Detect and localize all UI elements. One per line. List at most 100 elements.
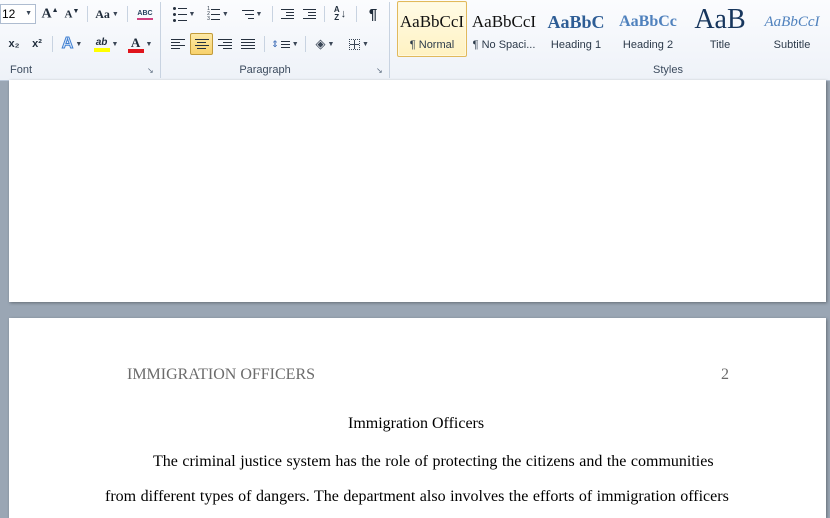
chevron-down-icon: ▼ <box>188 10 196 18</box>
multilevel-list-icon <box>241 9 254 19</box>
align-center-icon <box>194 39 209 49</box>
subscript-button[interactable]: x₂ <box>4 34 24 54</box>
bullets-icon <box>172 6 187 22</box>
divider <box>264 36 265 52</box>
chevron-down-icon: ▼ <box>111 10 119 18</box>
subscript-icon: x₂ <box>8 38 20 50</box>
increase-indent-button[interactable] <box>299 4 319 24</box>
highlight-icon: ab <box>93 37 110 52</box>
font-size-dropdown[interactable]: 12 ▼ <box>0 4 36 24</box>
chevron-down-icon: ▼ <box>25 10 32 17</box>
chevron-down-icon: ▼ <box>111 40 119 48</box>
divider <box>127 6 128 22</box>
change-case-button[interactable]: Aa ▼ <box>92 4 122 24</box>
align-center-button[interactable] <box>190 33 213 55</box>
increase-indent-icon <box>302 9 316 19</box>
shrink-font-icon: A▼ <box>64 7 80 21</box>
line-spacing-button[interactable]: ⇕ ▼ <box>270 34 300 54</box>
sort-button[interactable]: AZ ↓ <box>329 4 351 24</box>
bullets-button[interactable]: ▼ <box>168 4 200 24</box>
justify-icon <box>241 39 255 49</box>
chevron-down-icon: ▼ <box>291 40 299 48</box>
divider <box>324 6 325 22</box>
page-number: 2 <box>721 366 729 383</box>
style-name: Heading 1 <box>550 39 602 51</box>
line-spacing-icon: ⇕ <box>271 39 290 49</box>
chevron-down-icon: ▼ <box>145 40 153 48</box>
clear-formatting-icon: ABC <box>137 9 153 20</box>
chevron-down-icon: ▼ <box>362 40 369 48</box>
borders-icon <box>349 38 361 50</box>
multilevel-list-button[interactable]: ▼ <box>236 4 268 24</box>
divider <box>52 36 53 52</box>
align-right-button[interactable] <box>214 34 236 54</box>
shrink-font-button[interactable]: A▼ <box>62 4 82 24</box>
superscript-icon: x² <box>32 38 42 50</box>
font-group-label: Font <box>9 64 32 76</box>
font-color-icon: A <box>127 36 144 53</box>
chevron-down-icon: ▼ <box>255 10 263 18</box>
highlight-button[interactable]: ab ▼ <box>90 34 122 54</box>
align-left-button[interactable] <box>167 34 189 54</box>
shading-button[interactable]: ◈ ▼ <box>310 34 340 54</box>
body-line: The criminal justice system has the role… <box>153 453 714 470</box>
divider <box>87 6 88 22</box>
style-name: ¶ No Spaci... <box>472 39 536 51</box>
style-name: Heading 2 <box>622 39 674 51</box>
text-effects-icon: A <box>61 35 74 53</box>
document-page-2[interactable]: IMMIGRATION OFFICERS 2 Immigration Offic… <box>9 318 826 518</box>
document-title: Immigration Officers <box>348 415 485 432</box>
divider <box>356 6 357 22</box>
pilcrow-icon: ¶ <box>368 5 378 23</box>
chevron-down-icon: ▼ <box>75 40 83 48</box>
borders-button[interactable]: ▼ <box>344 34 374 54</box>
text-effects-button[interactable]: A ▼ <box>58 34 86 54</box>
document-page-1[interactable] <box>9 80 826 302</box>
style-heading-2[interactable]: AaBbCc Heading 2 <box>613 1 683 57</box>
align-left-icon <box>171 39 185 49</box>
divider <box>272 6 273 22</box>
grow-font-icon: A▲ <box>41 5 59 22</box>
arrow-down-icon: ↓ <box>340 8 347 20</box>
decrease-indent-icon <box>280 9 294 19</box>
style-no-spacing[interactable]: AaBbCcI ¶ No Spaci... <box>469 1 539 57</box>
style-sample: AaBbC <box>547 12 605 32</box>
page-header-text: IMMIGRATION OFFICERS <box>127 366 316 383</box>
paint-bucket-icon: ◈ <box>315 36 326 51</box>
style-sample: AaBbCcI <box>399 12 465 31</box>
decrease-indent-button[interactable] <box>277 4 297 24</box>
superscript-button[interactable]: x² <box>27 34 47 54</box>
grow-font-button[interactable]: A▲ <box>40 4 60 24</box>
style-normal[interactable]: AaBbCcI ¶ Normal <box>397 1 467 57</box>
dialog-launcher-icon[interactable]: ↘ <box>147 67 155 75</box>
justify-button[interactable] <box>237 34 259 54</box>
style-name: ¶ Normal <box>409 39 455 51</box>
divider <box>305 36 306 52</box>
sort-icon: AZ <box>333 5 340 22</box>
align-right-icon <box>218 39 232 49</box>
numbering-icon: 1 2 3 <box>207 6 220 22</box>
style-subtitle[interactable]: AaBbCcI Subtitle <box>757 1 827 57</box>
show-formatting-button[interactable]: ¶ <box>362 4 384 24</box>
style-sample: AaBbCcI <box>764 14 820 30</box>
numbering-button[interactable]: 1 2 3 ▼ <box>202 4 234 24</box>
style-name: Title <box>709 39 731 51</box>
dialog-launcher-icon[interactable]: ↘ <box>376 67 384 75</box>
style-name: Subtitle <box>773 39 811 51</box>
style-sample: AaBbCc <box>619 13 677 30</box>
style-title[interactable]: AaB Title <box>685 1 755 57</box>
clear-formatting-button[interactable]: ABC <box>134 4 156 24</box>
chevron-down-icon: ▼ <box>221 10 229 18</box>
ribbon: 12 ▼ A▲ A▼ Aa ▼ ABC x₂ x² A ▼ ab ▼ A ▼ F… <box>0 0 830 81</box>
group-divider <box>389 2 390 78</box>
change-case-icon: Aa <box>95 6 110 21</box>
chevron-down-icon: ▼ <box>327 40 335 48</box>
style-heading-1[interactable]: AaBbC Heading 1 <box>541 1 611 57</box>
style-sample: AaBbCcI <box>471 12 537 31</box>
font-color-button[interactable]: A ▼ <box>125 34 155 54</box>
font-size-value: 12 <box>2 7 16 21</box>
group-divider <box>160 2 161 78</box>
styles-group-label: Styles <box>653 64 683 76</box>
body-line: from different types of dangers. The dep… <box>105 488 729 505</box>
paragraph-group-label: Paragraph <box>239 64 291 76</box>
